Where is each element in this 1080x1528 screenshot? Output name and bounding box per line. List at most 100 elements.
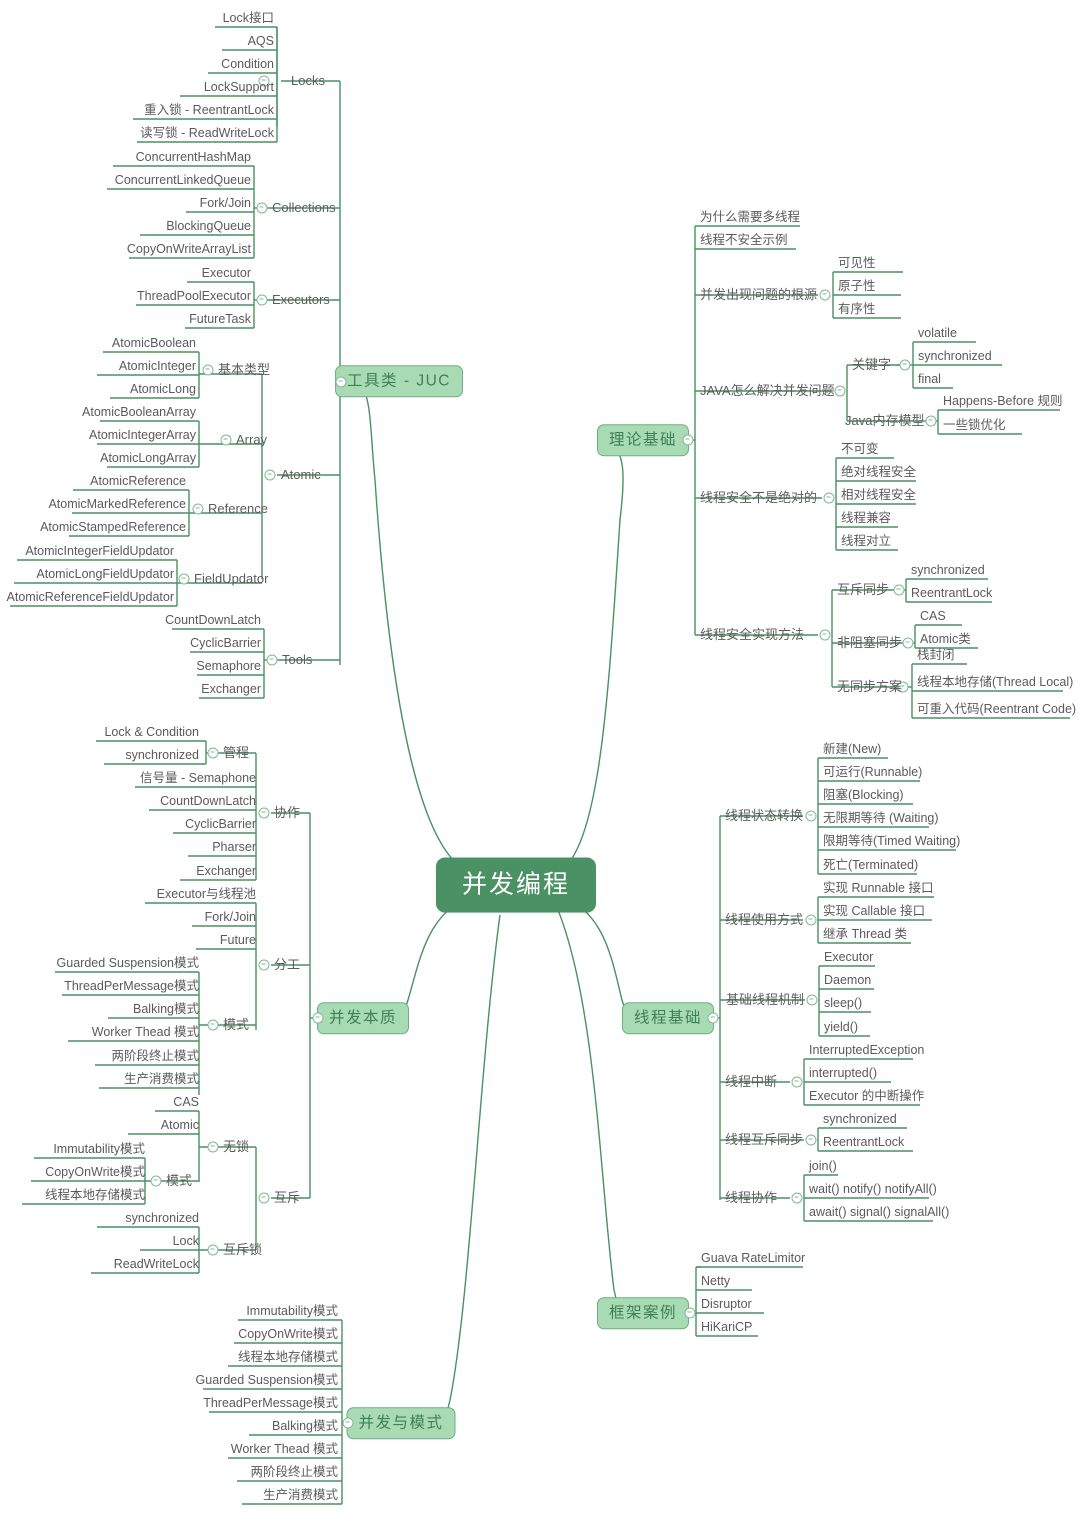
leaf-synchronized-kw[interactable]: synchronized [918, 349, 992, 363]
toggle-icon-collections[interactable] [256, 202, 268, 214]
leaf-coop-countdownlatch[interactable]: CountDownLatch [160, 794, 256, 808]
leaf-atomicreferencefieldupdator[interactable]: AtomicReferenceFieldUpdator [7, 590, 174, 604]
leaf-mutexlock-sync[interactable]: synchronized [125, 1211, 199, 1225]
group-label-fieldupdator[interactable]: FieldUpdator [194, 572, 268, 586]
leaf-state-blocking[interactable]: 阻塞(Blocking) [823, 788, 904, 802]
leaf-coop-exchanger[interactable]: Exchanger [196, 864, 256, 878]
toggle-icon-thread-mech[interactable] [806, 994, 818, 1006]
leaf-locksupport[interactable]: LockSupport [204, 80, 274, 94]
toggle-icon-thread-interrupt[interactable] [791, 1076, 803, 1088]
leaf-sync-mutex[interactable]: synchronized [911, 563, 985, 577]
group-label-thread-mechanism[interactable]: 基础线程机制 [726, 993, 804, 1007]
leaf-executor-interrupt[interactable]: Executor 的中断操作 [809, 1089, 924, 1103]
leaf-pattern-immutability[interactable]: Immutability模式 [246, 1304, 338, 1318]
leaf-thread-reentrantlock[interactable]: ReentrantLock [823, 1135, 904, 1149]
group-label-division[interactable]: 分工 [274, 958, 300, 972]
leaf-atomicstampedreference[interactable]: AtomicStampedReference [40, 520, 186, 534]
leaf-netty[interactable]: Netty [701, 1274, 730, 1288]
leaf-blockingqueue[interactable]: BlockingQueue [166, 219, 251, 233]
leaf-final[interactable]: final [918, 372, 941, 386]
leaf-lock-optimization[interactable]: 一些锁优化 [943, 418, 1006, 432]
toggle-icon-thread-usage[interactable] [805, 914, 817, 926]
toggle-icon-thread[interactable] [707, 1012, 719, 1024]
group-label-java-solve[interactable]: JAVA怎么解决并发问题 [700, 384, 835, 398]
leaf-concurrenthashmap[interactable]: ConcurrentHashMap [136, 150, 251, 164]
branch-node-thread-basics[interactable]: 线程基础 [621, 1002, 715, 1034]
leaf-immutable[interactable]: 不可变 [841, 442, 879, 456]
leaf-futuretask[interactable]: FutureTask [189, 312, 251, 326]
toggle-icon-guancheng[interactable] [207, 747, 219, 759]
leaf-extend-thread[interactable]: 继承 Thread 类 [823, 927, 907, 941]
leaf-pattern-copyonwrite[interactable]: CopyOnWrite模式 [238, 1327, 338, 1341]
group-label-keyword[interactable]: 关键字 [852, 358, 891, 372]
leaf-impl-callable[interactable]: 实现 Callable 接口 [823, 904, 925, 918]
leaf-forkjoin[interactable]: Fork/Join [200, 196, 251, 210]
leaf-why-multithread[interactable]: 为什么需要多线程 [700, 210, 800, 224]
leaf-lockfree-atomic[interactable]: Atomic [161, 1118, 199, 1132]
leaf-reentrant-code[interactable]: 可重入代码(Reentrant Code) [917, 702, 1076, 716]
leaf-atomicinteger[interactable]: AtomicInteger [119, 359, 196, 373]
group-label-thread-mutex-sync[interactable]: 线程互斥同步 [725, 1133, 803, 1147]
toggle-icon-keyword[interactable] [899, 359, 911, 371]
leaf-pattern-tls[interactable]: 线程本地存储模式 [238, 1350, 338, 1364]
leaf-pattern-guarded-suspension[interactable]: Guarded Suspension模式 [196, 1373, 338, 1387]
leaf-coop-cyclicbarrier[interactable]: CyclicBarrier [185, 817, 256, 831]
leaf-atomicboolean[interactable]: AtomicBoolean [112, 336, 196, 350]
leaf-interrupted-exception[interactable]: InterruptedException [809, 1043, 924, 1057]
group-label-thread-coop[interactable]: 线程协作 [725, 1191, 777, 1205]
root-node[interactable]: 并发编程 [435, 857, 597, 913]
group-label-atomic[interactable]: Atomic [281, 468, 321, 482]
toggle-icon-mutex[interactable] [258, 1192, 270, 1204]
group-label-nonblocking-sync[interactable]: 非阻塞同步 [837, 636, 902, 650]
group-label-basic-type[interactable]: 基本类型 [218, 363, 270, 377]
toggle-icon-essence[interactable] [312, 1012, 324, 1024]
toggle-icon-nonblocking[interactable] [902, 637, 914, 649]
leaf-mech-yield[interactable]: yield() [824, 1020, 858, 1034]
leaf-countdownlatch[interactable]: CountDownLatch [165, 613, 261, 627]
leaf-atomicmarkedreference[interactable]: AtomicMarkedReference [48, 497, 186, 511]
leaf-join[interactable]: join() [809, 1159, 837, 1173]
leaf-reentrantlock[interactable]: 重入锁 - ReentrantLock [144, 103, 274, 117]
leaf-thread-per-message[interactable]: ThreadPerMessage模式 [64, 979, 199, 993]
toggle-icon-reference[interactable] [192, 503, 204, 515]
leaf-thread-compatible[interactable]: 线程兼容 [841, 511, 891, 525]
toggle-icon-thread-mutex[interactable] [805, 1134, 817, 1146]
group-label-array[interactable]: Array [236, 433, 267, 447]
group-label-cooperation[interactable]: 协作 [274, 806, 300, 820]
toggle-icon-basic-type[interactable] [202, 364, 214, 376]
group-label-collections[interactable]: Collections [272, 201, 336, 215]
leaf-state-waiting[interactable]: 无限期等待 (Waiting) [823, 811, 939, 825]
leaf-copyonwritearraylist[interactable]: CopyOnWriteArrayList [127, 242, 251, 256]
leaf-atomicintegerfieldupdator[interactable]: AtomicIntegerFieldUpdator [25, 544, 174, 558]
toggle-icon-tools[interactable] [266, 654, 278, 666]
leaf-immutability[interactable]: Immutability模式 [53, 1142, 145, 1156]
leaf-stack-confinement[interactable]: 栈封闭 [917, 648, 955, 662]
branch-node-theory[interactable]: 理论基础 [596, 424, 690, 456]
leaf-condition[interactable]: Condition [221, 57, 274, 71]
group-label-thread-usage[interactable]: 线程使用方式 [725, 913, 803, 927]
toggle-icon-array[interactable] [220, 434, 232, 446]
group-label-monitor[interactable]: 管程 [223, 746, 249, 760]
leaf-pharser[interactable]: Pharser [212, 840, 256, 854]
toggle-icon-executors[interactable] [256, 294, 268, 306]
group-label-thread-interrupt[interactable]: 线程中断 [725, 1075, 777, 1089]
leaf-monitor-sync[interactable]: synchronized [125, 748, 199, 762]
leaf-worker-thread[interactable]: Worker Thead 模式 [92, 1025, 199, 1039]
leaf-lockfree-cas[interactable]: CAS [173, 1095, 199, 1109]
group-label-mutual-exclusion[interactable]: 互斥 [274, 1191, 300, 1205]
leaf-lock-interface[interactable]: Lock接口 [223, 11, 274, 25]
leaf-atomiclongfieldupdator[interactable]: AtomicLongFieldUpdator [36, 567, 174, 581]
branch-node-essence[interactable]: 并发本质 [316, 1002, 410, 1034]
leaf-absolute-safe[interactable]: 绝对线程安全 [841, 465, 916, 479]
leaf-mech-daemon[interactable]: Daemon [824, 973, 871, 987]
leaf-thread-local[interactable]: 线程本地存储(Thread Local) [917, 675, 1073, 689]
toggle-icon-patterns[interactable] [342, 1417, 354, 1429]
leaf-aqs[interactable]: AQS [248, 34, 274, 48]
group-label-impl-method[interactable]: 线程安全实现方法 [700, 628, 804, 642]
toggle-icon-pattern-mutex[interactable] [150, 1175, 162, 1187]
leaf-visibility[interactable]: 可见性 [838, 256, 876, 270]
leaf-semaphone[interactable]: 信号量 - Semaphone [140, 771, 256, 785]
group-label-not-absolute[interactable]: 线程安全不是绝对的 [700, 491, 817, 505]
leaf-state-new[interactable]: 新建(New) [823, 742, 881, 756]
leaf-semaphore[interactable]: Semaphore [196, 659, 261, 673]
